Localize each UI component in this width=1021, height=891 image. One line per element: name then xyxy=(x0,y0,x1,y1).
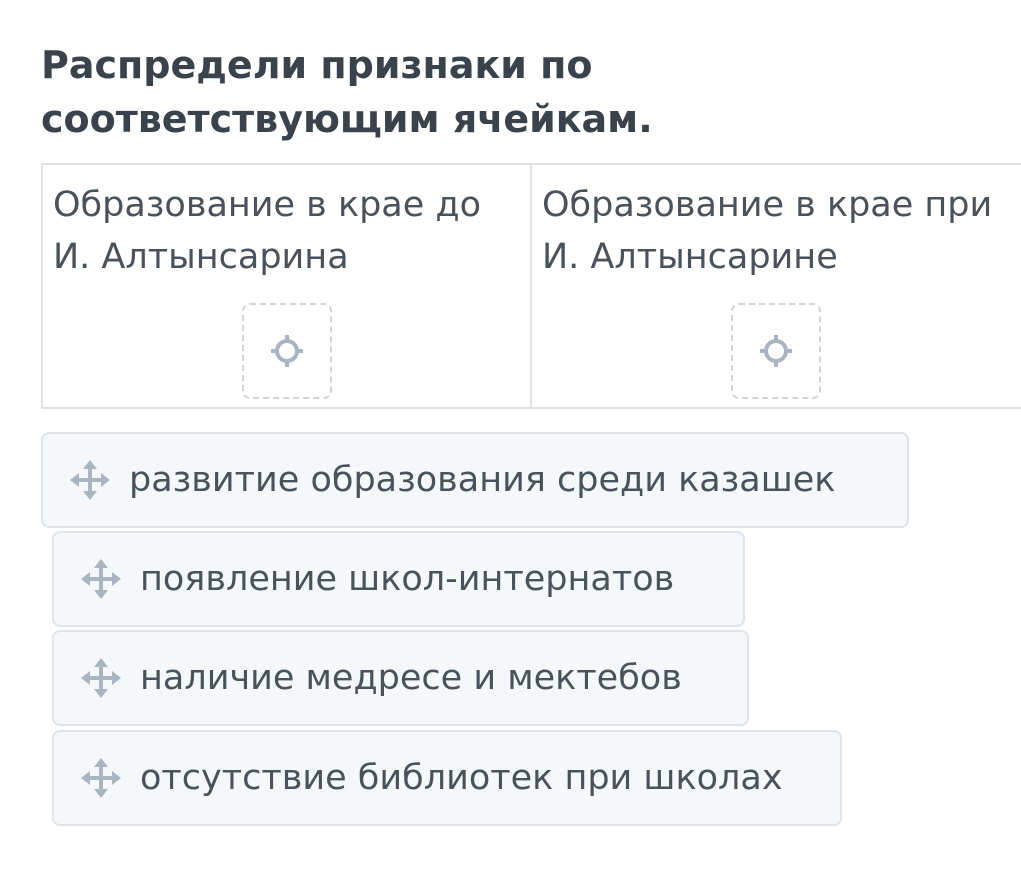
column-with-altynsarin: Образование в крае при И. Алтынсарине xyxy=(532,165,1021,407)
task-title: Распредели признаки по соответствующим я… xyxy=(41,43,653,141)
column-heading: Образование в крае при И. Алтынсарине xyxy=(542,185,993,277)
column-before-altynsarin: Образование в крае до И. Алтынсарина xyxy=(43,165,532,407)
item-label: развитие образования среди казашек xyxy=(129,460,836,500)
sorting-table: Образование в крае до И. Алтынсарина Обр… xyxy=(41,163,1021,409)
move-icon xyxy=(80,757,122,799)
move-icon xyxy=(80,657,122,699)
move-icon xyxy=(69,459,111,501)
crosshair-icon xyxy=(758,333,794,369)
draggable-item[interactable]: наличие медресе и мектебов xyxy=(52,630,749,726)
move-icon xyxy=(80,558,122,600)
item-label: отсутствие библиотек при школах xyxy=(140,758,783,798)
item-label: появление школ-интернатов xyxy=(140,559,675,599)
draggable-item[interactable]: отсутствие библиотек при школах xyxy=(52,730,842,826)
drop-zone-with[interactable] xyxy=(731,303,821,399)
column-heading: Образование в крае до И. Алтынсарина xyxy=(53,185,482,277)
draggable-item[interactable]: появление школ-интернатов xyxy=(52,531,745,627)
item-label: наличие медресе и мектебов xyxy=(140,658,682,698)
draggable-item[interactable]: развитие образования среди казашек xyxy=(41,432,909,528)
crosshair-icon xyxy=(269,333,305,369)
drop-zone-before[interactable] xyxy=(242,303,332,399)
